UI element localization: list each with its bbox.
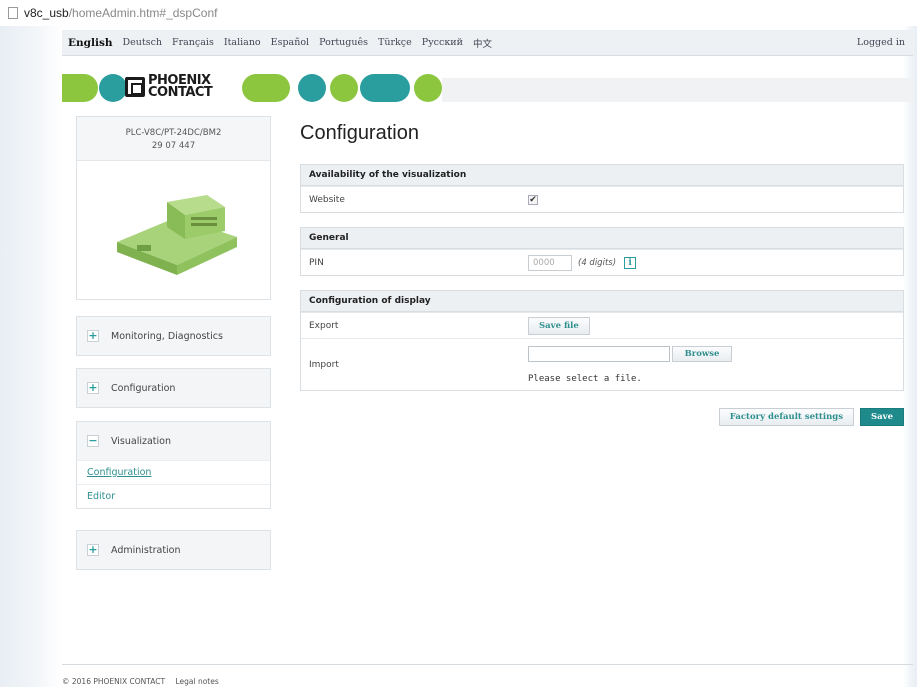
teal-circle-2 bbox=[298, 74, 326, 102]
export-label: Export bbox=[309, 320, 339, 331]
teal-circle-1 bbox=[99, 74, 127, 102]
teal-pill bbox=[360, 74, 410, 102]
save-file-button[interactable]: Save file bbox=[528, 316, 590, 335]
website-checkbox[interactable]: ✔ bbox=[528, 194, 538, 205]
nav-configuration[interactable]: + Configuration bbox=[76, 368, 271, 408]
nav-administration-label: Administration bbox=[111, 544, 181, 556]
lang-portugues[interactable]: Português bbox=[319, 37, 368, 48]
login-status: Logged in bbox=[856, 37, 905, 48]
website-label: Website bbox=[309, 194, 345, 205]
pin-input[interactable]: 0000 bbox=[528, 254, 572, 271]
lang-espanol[interactable]: Español bbox=[271, 37, 309, 48]
pin-label: PIN bbox=[309, 257, 324, 268]
header-bar bbox=[442, 78, 913, 102]
address-bar[interactable]: v8c_usb /homeAdmin.htm#_dspConf bbox=[0, 0, 917, 26]
green-circle-2 bbox=[414, 74, 442, 102]
expand-plus-icon[interactable]: + bbox=[87, 330, 99, 342]
main-content: Configuration Availability of the visual… bbox=[300, 116, 904, 426]
green-circle-1 bbox=[330, 74, 358, 102]
general-header: General bbox=[301, 228, 903, 249]
collapse-minus-icon[interactable]: − bbox=[87, 435, 99, 447]
nav-monitoring[interactable]: + Monitoring, Diagnostics bbox=[76, 316, 271, 356]
import-status: Please select a file. bbox=[528, 373, 642, 384]
save-button[interactable]: Save bbox=[860, 408, 904, 426]
pin-hint: (4 digits) bbox=[578, 257, 617, 268]
lang-english[interactable]: English bbox=[68, 37, 113, 49]
info-icon[interactable]: i bbox=[624, 256, 637, 269]
device-image bbox=[117, 195, 237, 275]
logo-word-contact: CONTACT bbox=[148, 85, 213, 100]
brand-header: PHOENIX CONTACT bbox=[62, 66, 913, 106]
green-pill-mid bbox=[242, 74, 290, 102]
availability-section: Availability of the visualization Websit… bbox=[300, 164, 904, 213]
legal-notes-link[interactable]: Legal notes bbox=[175, 677, 218, 686]
availability-header: Availability of the visualization bbox=[301, 165, 903, 186]
lang-deutsch[interactable]: Deutsch bbox=[123, 37, 163, 48]
page-margin-left bbox=[0, 26, 62, 687]
nav-administration[interactable]: + Administration bbox=[76, 530, 271, 570]
lang-chinese[interactable]: 中文 bbox=[473, 36, 492, 50]
page-margin-right bbox=[903, 26, 917, 687]
footer-copyright: © 2016 PHOENIX CONTACT bbox=[62, 677, 166, 686]
phoenix-contact-logo: PHOENIX CONTACT bbox=[125, 72, 245, 102]
page-title: Configuration bbox=[300, 122, 419, 144]
display-section: Configuration of display Export Save fil… bbox=[300, 290, 904, 391]
nav-visualization-configuration[interactable]: Configuration bbox=[77, 460, 270, 484]
browse-button[interactable]: Browse bbox=[672, 345, 732, 362]
factory-default-button[interactable]: Factory default settings bbox=[718, 408, 854, 426]
nav-visualization[interactable]: − Visualization Configuration Editor bbox=[76, 421, 271, 509]
import-label: Import bbox=[309, 359, 339, 370]
device-model: PLC-V8C/PT-24DC/BM2 bbox=[125, 128, 222, 138]
import-file-input[interactable] bbox=[528, 345, 670, 362]
nav-configuration-label: Configuration bbox=[111, 382, 176, 394]
lang-francais[interactable]: Français bbox=[172, 37, 214, 48]
display-header: Configuration of display bbox=[301, 291, 903, 312]
lang-turkce[interactable]: Türkçe bbox=[378, 37, 412, 48]
lang-russian[interactable]: Русский bbox=[422, 37, 463, 48]
content-divider bbox=[62, 664, 913, 665]
expand-plus-icon[interactable]: + bbox=[87, 544, 99, 556]
page-icon bbox=[8, 7, 18, 19]
general-section: General PIN 0000 (4 digits) i bbox=[300, 227, 904, 276]
language-bar: English Deutsch Français Italiano Españo… bbox=[62, 30, 913, 56]
url-host: v8c_usb bbox=[24, 6, 69, 20]
product-panel: PLC-V8C/PT-24DC/BM2 29 07 447 bbox=[76, 116, 271, 300]
nav-visualization-editor[interactable]: Editor bbox=[77, 484, 270, 508]
green-pill-left bbox=[62, 74, 98, 102]
device-article: 29 07 447 bbox=[151, 141, 196, 151]
logo-mark-icon bbox=[125, 77, 145, 97]
footer: © 2016 PHOENIX CONTACT Legal notes bbox=[62, 677, 219, 686]
nav-monitoring-label: Monitoring, Diagnostics bbox=[111, 330, 223, 342]
expand-plus-icon[interactable]: + bbox=[87, 382, 99, 394]
url-path: /homeAdmin.htm#_dspConf bbox=[68, 6, 218, 20]
lang-italiano[interactable]: Italiano bbox=[224, 37, 261, 48]
nav-visualization-label: Visualization bbox=[111, 435, 172, 447]
